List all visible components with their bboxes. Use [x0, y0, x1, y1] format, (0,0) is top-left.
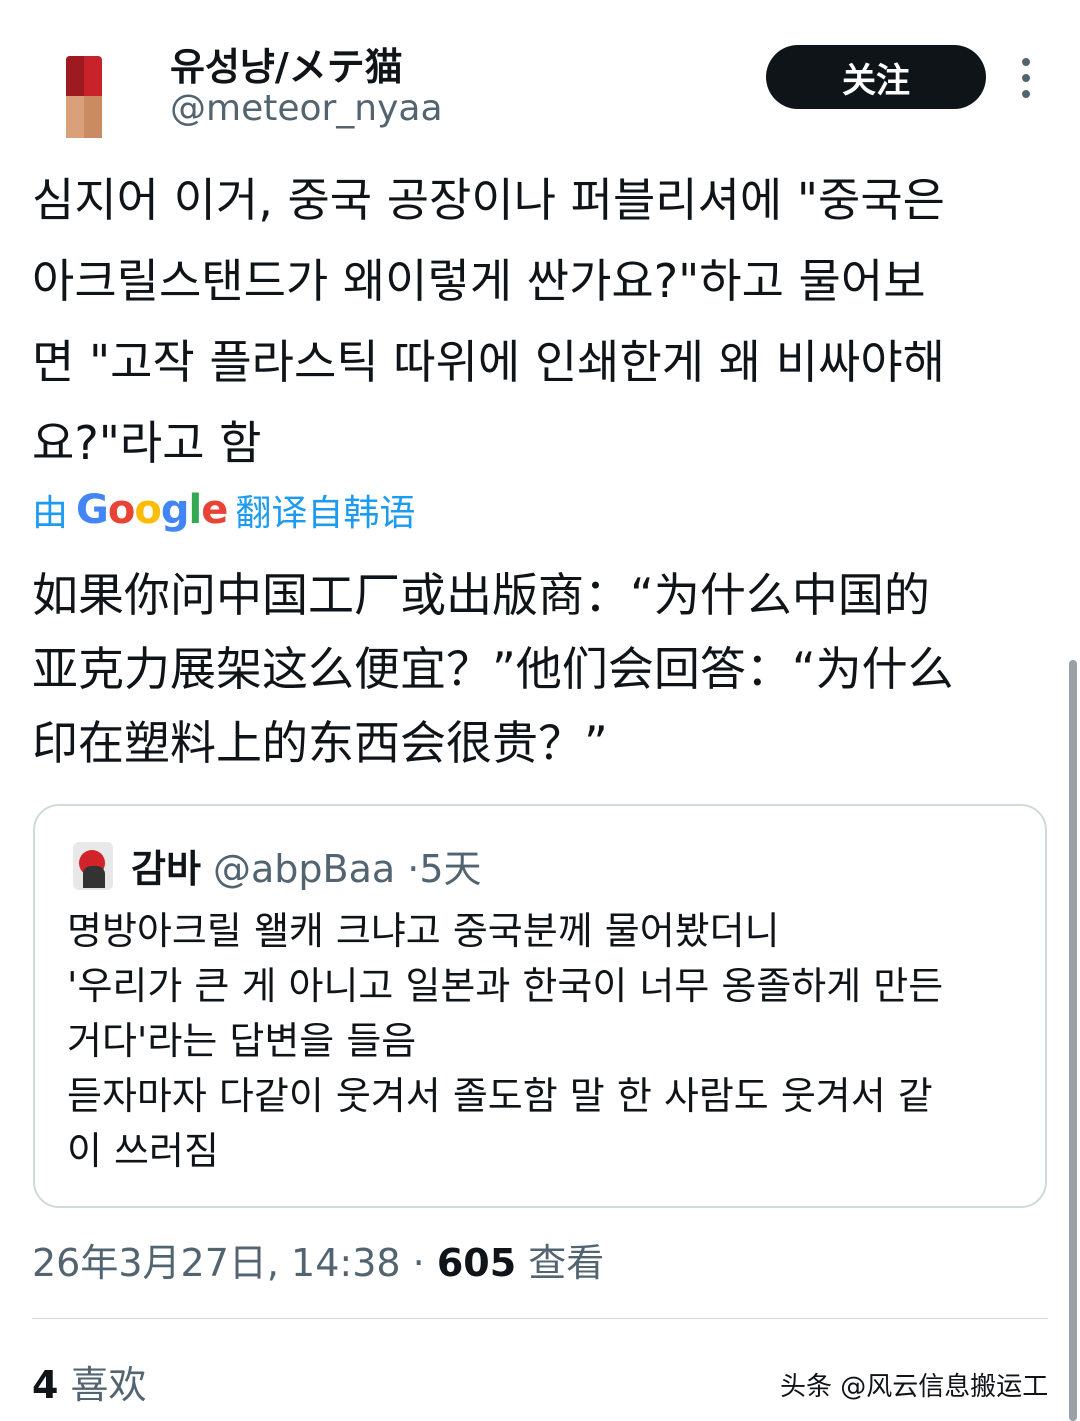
author-name[interactable]: 유성냥/メテ猫 — [170, 36, 403, 91]
author-handle[interactable]: @meteor_nyaa — [170, 88, 443, 129]
watermark: 头条 @风云信息搬运工 — [780, 1372, 1049, 1402]
quoted-tweet-header: 감바 @abpBaa ·5天 — [131, 838, 482, 893]
tweet-meta: 26年3月27日, 14:38 · 605 查看 — [32, 1232, 604, 1287]
views-count: 605 — [436, 1241, 517, 1285]
translation-source-label: 翻译自韩语 — [235, 493, 416, 534]
views-label: 查看 — [528, 1241, 605, 1285]
follow-button[interactable]: 关注 — [766, 45, 986, 109]
tweet-text-translated: 如果你问中国工厂或出版商：“为什么中国的 亚克力展架这么便宜？”他们会回答：“为… — [32, 568, 954, 770]
tweet-timestamp[interactable]: 26年3月27日, 14:38 — [32, 1241, 401, 1285]
quoted-tweet-card[interactable]: 감바 @abpBaa ·5天 명방아크릴 왤캐 크냐고 중국분께 물어봤더니 '… — [33, 804, 1047, 1208]
quoted-tweet-text: 명방아크릴 왤캐 크냐고 중국분께 물어봤더니 '우리가 큰 게 아니고 일본과… — [67, 909, 944, 1173]
quoted-author-avatar — [73, 842, 113, 890]
quoted-author-handle: @abpBaa — [213, 847, 396, 891]
quoted-time: 5天 — [419, 847, 482, 891]
author-avatar[interactable] — [62, 56, 106, 138]
quoted-author-name: 감바 — [131, 847, 201, 891]
likes-stat[interactable]: 4 喜欢 — [32, 1354, 147, 1409]
translation-attribution[interactable]: 由 Google 翻译自韩语 — [32, 484, 415, 536]
likes-count: 4 — [32, 1363, 59, 1407]
more-vertical-icon[interactable] — [1014, 58, 1038, 98]
likes-label: 喜欢 — [70, 1363, 147, 1407]
meta-separator: · — [412, 1241, 425, 1285]
divider — [32, 1318, 1048, 1319]
translation-by-label: 由 — [32, 493, 69, 534]
scrollbar[interactable] — [1069, 660, 1077, 1421]
tweet-text-original: 심지어 이거, 중국 공장이나 퍼블리셔에 "중국은 아크릴스탠드가 왜이렇게 … — [32, 173, 945, 470]
google-logo: Google — [76, 487, 228, 533]
quoted-separator: · — [407, 847, 420, 891]
